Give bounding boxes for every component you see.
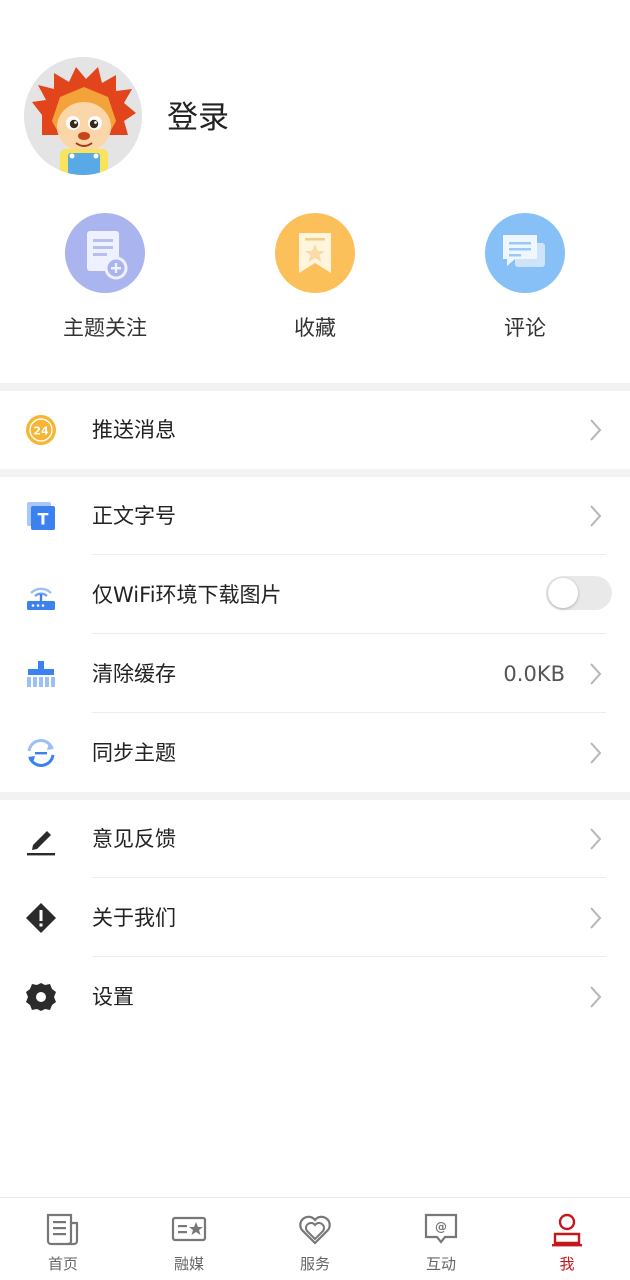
- profile-header: 登录 主题关注 收藏 评论: [0, 0, 630, 385]
- text-size-icon: T: [27, 502, 55, 530]
- news-icon: [46, 1213, 79, 1246]
- toggle-knob: [548, 578, 578, 608]
- menu-item-label: 仅WiFi环境下载图片: [92, 583, 282, 607]
- tab-service[interactable]: 服务: [252, 1198, 378, 1280]
- tab-label: 融媒: [173, 1255, 204, 1273]
- topic-follow-icon: [65, 213, 145, 293]
- broom-icon: [27, 661, 55, 687]
- tab-media[interactable]: 融媒: [126, 1198, 252, 1280]
- menu-item-label: 同步主题: [92, 741, 176, 765]
- avatar[interactable]: [24, 57, 142, 175]
- quick-action-topic-follow[interactable]: 主题关注: [15, 213, 195, 343]
- chevron-right-icon: [590, 505, 602, 527]
- quick-action-comment[interactable]: 评论: [435, 213, 615, 343]
- bottom-tab-bar: 首页 融媒 服务 @ 互动 我: [0, 1197, 630, 1280]
- quick-action-favorite[interactable]: 收藏: [225, 213, 405, 343]
- wifi-router-icon: [27, 587, 55, 610]
- login-link[interactable]: 登录: [167, 96, 229, 140]
- media-icon: [171, 1216, 207, 1242]
- menu-item-settings[interactable]: 设置: [0, 958, 630, 1036]
- heart-service-icon: [299, 1215, 331, 1245]
- menu-item-label: 设置: [92, 985, 134, 1009]
- menu-item-feedback[interactable]: 意见反馈: [0, 800, 630, 878]
- chevron-right-icon: [590, 663, 602, 685]
- row-divider: [92, 554, 606, 555]
- chevron-right-icon: [590, 419, 602, 441]
- chevron-right-icon: [590, 986, 602, 1008]
- chevron-right-icon: [590, 907, 602, 929]
- tab-label: 服务: [299, 1255, 330, 1273]
- menu-item-sync-topics[interactable]: 同步主题: [0, 714, 630, 792]
- menu-item-push[interactable]: 24 推送消息: [0, 391, 630, 469]
- lion-mascot-icon: [24, 57, 142, 175]
- tab-label: 首页: [47, 1255, 78, 1273]
- quick-action-label: 评论: [504, 316, 546, 340]
- tab-home[interactable]: 首页: [0, 1198, 126, 1280]
- favorite-icon: [275, 213, 355, 293]
- row-divider: [92, 633, 606, 634]
- quick-action-label: 主题关注: [63, 316, 147, 340]
- menu-item-label: 清除缓存: [92, 662, 176, 686]
- menu-item-wifi-images: 仅WiFi环境下载图片: [0, 556, 630, 634]
- svg-text:24: 24: [33, 425, 49, 438]
- tab-label: 互动: [425, 1255, 456, 1273]
- chat-at-icon: @: [424, 1213, 458, 1244]
- row-divider: [92, 956, 606, 957]
- chevron-right-icon: [590, 828, 602, 850]
- person-icon: [552, 1213, 582, 1247]
- svg-text:T: T: [38, 510, 49, 529]
- menu-item-about[interactable]: 关于我们: [0, 879, 630, 957]
- cache-size-value: 0.0KB: [503, 662, 565, 686]
- tab-interact[interactable]: @ 互动: [378, 1198, 504, 1280]
- tab-label: 我: [559, 1255, 575, 1273]
- menu-item-label: 推送消息: [92, 418, 176, 442]
- menu-item-label: 意见反馈: [92, 827, 176, 851]
- svg-text:@: @: [435, 1220, 447, 1234]
- menu-item-label: 正文字号: [92, 504, 176, 528]
- push-24-icon: 24: [26, 415, 56, 445]
- menu-item-font-size[interactable]: T 正文字号: [0, 477, 630, 555]
- section-separator: [0, 792, 630, 800]
- comment-icon: [485, 213, 565, 293]
- row-divider: [92, 712, 606, 713]
- menu-item-label: 关于我们: [92, 906, 176, 930]
- menu-item-clear-cache[interactable]: 清除缓存 0.0KB: [0, 635, 630, 713]
- quick-action-label: 收藏: [294, 316, 336, 340]
- sync-icon: [27, 739, 55, 767]
- wifi-images-toggle[interactable]: [546, 576, 612, 610]
- chevron-right-icon: [590, 742, 602, 764]
- tab-me[interactable]: 我: [504, 1198, 630, 1280]
- row-divider: [92, 877, 606, 878]
- section-separator: [0, 469, 630, 477]
- gear-icon: [26, 983, 56, 1011]
- info-diamond-icon: [26, 903, 56, 933]
- section-separator: [0, 383, 630, 391]
- pen-icon: [27, 831, 55, 856]
